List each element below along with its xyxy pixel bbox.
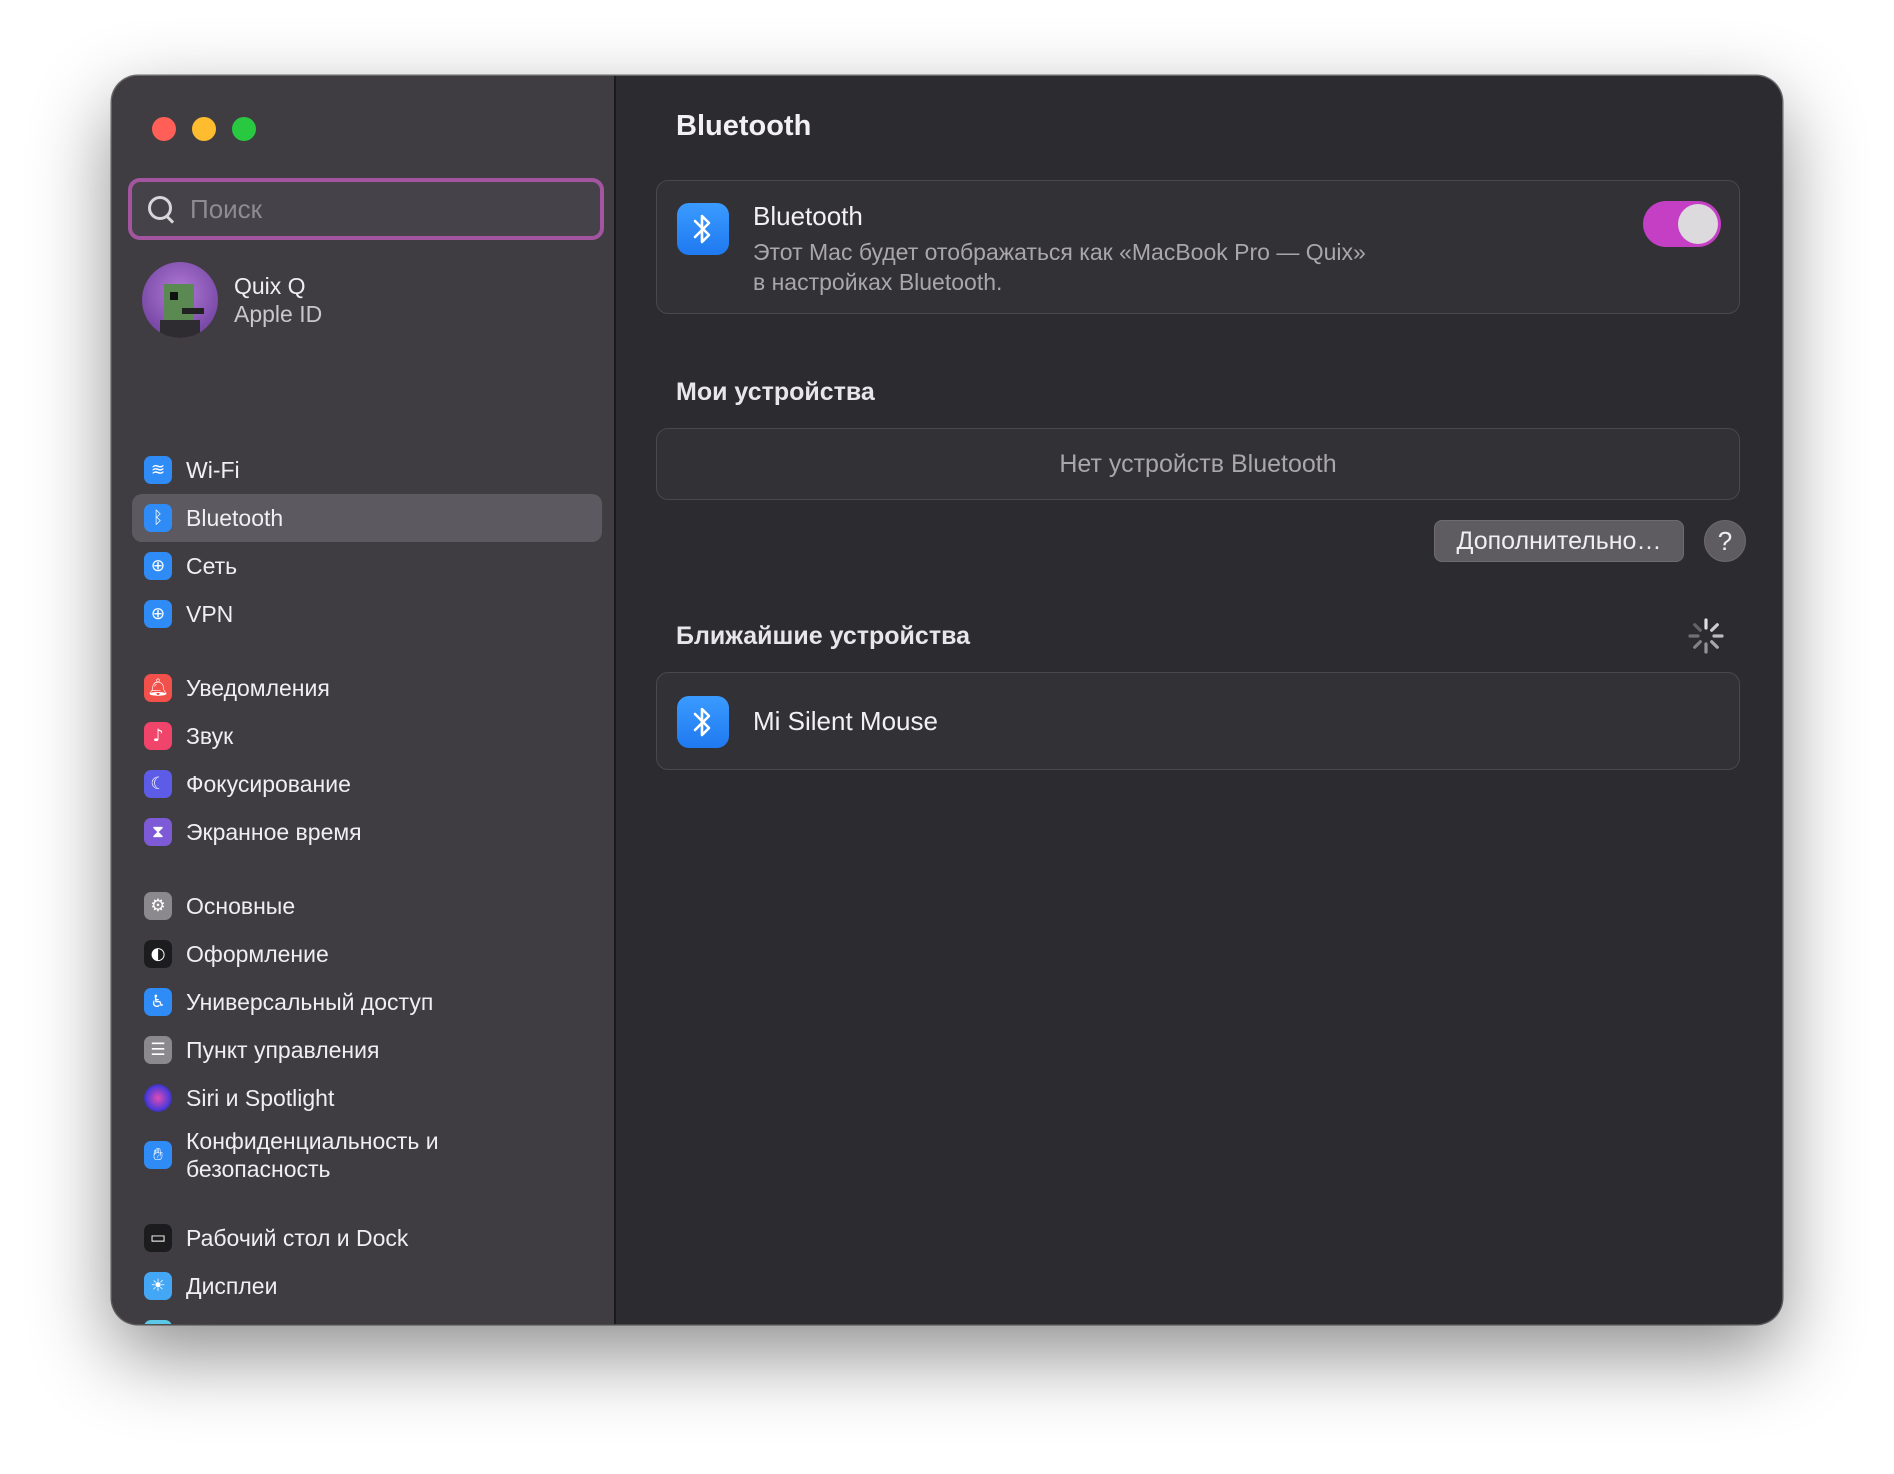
advanced-button[interactable]: Дополнительно… (1434, 520, 1684, 562)
system-settings-window: Quix Q Apple ID ≋ Wi-Fi ᛒ Bluetooth ⊕ Сеть ⊕ VP… (112, 76, 1782, 1324)
sidebar-item-label: Siri и Spotlight (186, 1085, 335, 1111)
bluetooth-toggle[interactable] (1643, 201, 1721, 247)
device-row-mi-silent-mouse[interactable]: Mi Silent Mouse (656, 672, 1740, 770)
sidebar-item-flower[interactable]: ✿ Обои (132, 1310, 602, 1324)
sidebar-group: ⚙ Основные ◐ Оформление ♿︎ Универсальный дост… (132, 882, 602, 1188)
account-subtitle: Apple ID (234, 301, 323, 327)
globe-icon: ⊕ (144, 552, 172, 580)
apple-id-account[interactable]: Quix Q Apple ID (142, 262, 322, 338)
sidebar-item-label: Универсальный доступ (186, 989, 434, 1015)
sidebar-item-bluetooth[interactable]: ᛒ Bluetooth (132, 494, 602, 542)
sidebar-item-label: Сеть (186, 553, 238, 579)
sidebar-item-label: Звук (186, 723, 234, 749)
bluetooth-icon: ᛒ (144, 504, 172, 532)
sidebar-item-control-center[interactable]: ☰ Пункт управления (132, 1026, 602, 1074)
bluetooth-description-line1: Этот Mac будет отображаться как «MacBook… (753, 239, 1366, 265)
sidebar-item-bell[interactable]: 🔔︎ Уведомления (132, 664, 602, 712)
sidebar-item-dock[interactable]: ▭ Рабочий стол и Dock (132, 1214, 602, 1262)
moon-icon: ☾ (144, 770, 172, 798)
sidebar-item-label: Bluetooth (186, 505, 284, 531)
sidebar-item-vpn-globe[interactable]: ⊕ VPN (132, 590, 602, 638)
sidebar-group: 🔔︎ Уведомления ♪ Звук ☾ Фокусирование ⧗ Экранно… (132, 664, 602, 856)
sidebar-item-siri[interactable]: Siri и Spotlight (132, 1074, 602, 1122)
sidebar-item-label: Фокусирование (186, 771, 351, 797)
sun-icon: ☀ (144, 1272, 172, 1300)
toggle-knob (1678, 204, 1718, 244)
window-controls (152, 117, 256, 141)
my-devices-title: Мои устройства (676, 378, 875, 406)
sidebar-item-label: Оформление (186, 941, 329, 967)
vpn-globe-icon: ⊕ (144, 600, 172, 628)
sidebar-group: ≋ Wi-Fi ᛒ Bluetooth ⊕ Сеть ⊕ VPN (132, 446, 602, 638)
bluetooth-card-title: Bluetooth (753, 201, 863, 231)
close-window-button[interactable] (152, 117, 176, 141)
my-devices-list: Нет устройств Bluetooth (656, 428, 1740, 500)
sidebar-item-label: Wi-Fi (186, 457, 240, 483)
avatar (142, 262, 218, 338)
search-icon (146, 194, 176, 224)
sidebar-item-accessibility[interactable]: ♿︎ Универсальный доступ (132, 978, 602, 1026)
sidebar-item-label: Обои (186, 1320, 243, 1324)
zoom-window-button[interactable] (232, 117, 256, 141)
sidebar-item-globe[interactable]: ⊕ Сеть (132, 542, 602, 590)
bluetooth-icon (677, 203, 729, 255)
sidebar-item-label: Уведомления (186, 675, 330, 701)
sidebar-item-gear[interactable]: ⚙ Основные (132, 882, 602, 930)
sidebar-item-hourglass[interactable]: ⧗ Экранное время (132, 808, 602, 856)
control-center-icon: ☰ (144, 1036, 172, 1064)
help-button[interactable]: ? (1704, 520, 1746, 562)
search-input[interactable] (190, 193, 570, 225)
bluetooth-icon (677, 696, 729, 748)
sidebar-item-label: VPN (186, 601, 234, 627)
sidebar-item-label: Пункт управления (186, 1037, 380, 1063)
sidebar-item-label: Рабочий стол и Dock (186, 1225, 409, 1251)
bluetooth-card: Bluetooth Этот Mac будет отображаться ка… (656, 180, 1740, 314)
loading-spinner-icon (1688, 618, 1724, 654)
bluetooth-card-description: Этот Mac будет отображаться как «MacBook… (753, 237, 1473, 297)
accessibility-icon: ♿︎ (144, 988, 172, 1016)
sidebar-item-label: Экранное время (186, 819, 362, 845)
sidebar-item-moon[interactable]: ☾ Фокусирование (132, 760, 602, 808)
main-pane: Bluetooth Bluetooth Этот Mac будет отобр… (616, 76, 1782, 1324)
sidebar-item-label: Основные (186, 893, 296, 919)
hourglass-icon: ⧗ (144, 818, 172, 846)
page-title: Bluetooth (676, 110, 812, 142)
bell-icon: 🔔︎ (144, 674, 172, 702)
speaker-icon: ♪ (144, 722, 172, 750)
sidebar-item-label: Дисплеи (186, 1273, 278, 1299)
sidebar-item-label: Конфиденциальность и безопасность (186, 1128, 439, 1182)
sidebar-item-sun[interactable]: ☀ Дисплеи (132, 1262, 602, 1310)
appearance-icon: ◐ (144, 940, 172, 968)
nearby-devices-title: Ближайшие устройства (676, 622, 971, 650)
dock-icon: ▭ (144, 1224, 172, 1252)
no-devices-text: Нет устройств Bluetooth (1059, 449, 1337, 478)
minimize-window-button[interactable] (192, 117, 216, 141)
sidebar-item-wifi[interactable]: ≋ Wi-Fi (132, 446, 602, 494)
siri-icon (144, 1084, 172, 1112)
sidebar: Quix Q Apple ID ≋ Wi-Fi ᛒ Bluetooth ⊕ Сеть ⊕ VP… (112, 76, 616, 1324)
search-field[interactable] (128, 178, 604, 240)
gear-icon: ⚙ (144, 892, 172, 920)
sidebar-item-appearance[interactable]: ◐ Оформление (132, 930, 602, 978)
hand-icon: ✋︎ (144, 1141, 172, 1169)
flower-icon: ✿ (144, 1320, 172, 1324)
account-text: Quix Q Apple ID (234, 272, 322, 328)
device-name: Mi Silent Mouse (753, 706, 938, 736)
bluetooth-description-line2: в настройках Bluetooth. (753, 269, 1003, 295)
sidebar-group: ▭Рабочий стол и Dock☀Дисплеи✿Обои▣Застав… (132, 1214, 602, 1324)
wifi-icon: ≋ (144, 456, 172, 484)
account-name: Quix Q (234, 273, 306, 299)
sidebar-item-hand[interactable]: ✋︎ Конфиденциальность и безопасность (132, 1122, 602, 1188)
sidebar-nav: ≋ Wi-Fi ᛒ Bluetooth ⊕ Сеть ⊕ VPN 🔔︎ Уведомления ♪ З… (132, 446, 602, 1324)
sidebar-item-speaker[interactable]: ♪ Звук (132, 712, 602, 760)
